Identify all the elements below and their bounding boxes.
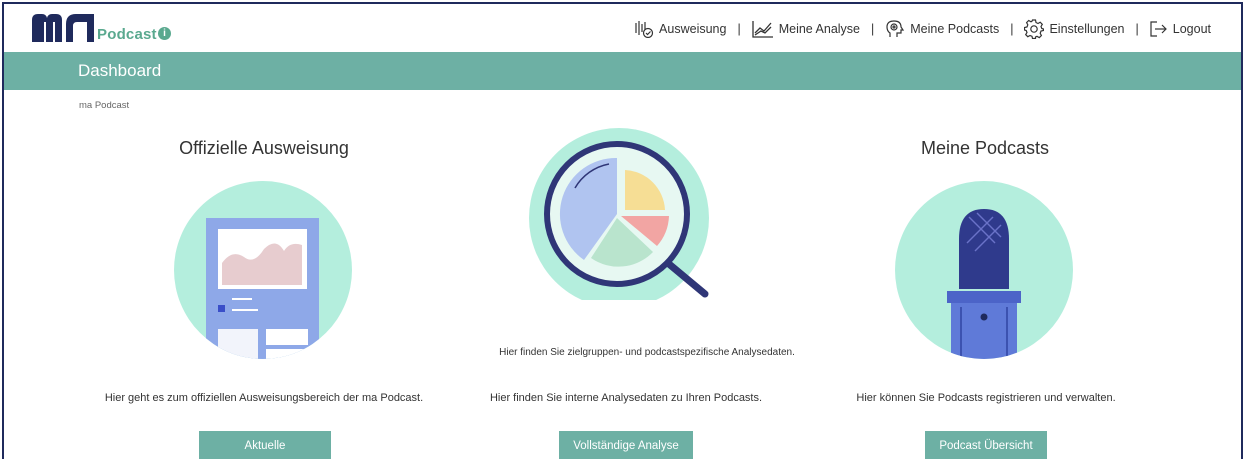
podcasts-illustration xyxy=(895,181,1073,359)
nav-meine-podcasts[interactable]: Meine Podcasts xyxy=(885,20,999,38)
breadcrumb[interactable]: ma Podcast xyxy=(79,100,129,111)
app-frame: Podcast i Ausweisung | Meine Analyse | M… xyxy=(2,2,1243,459)
nav-ausweisung[interactable]: Ausweisung xyxy=(634,20,726,38)
ausweisung-icon xyxy=(635,21,654,38)
podcast-uebersicht-button[interactable]: Podcast Übersicht xyxy=(925,431,1047,459)
nav-einstellungen-label: Einstellungen xyxy=(1049,22,1125,36)
podcasts-head-icon xyxy=(886,20,905,37)
ausweisung-illustration xyxy=(174,181,352,359)
podcasts-description: Hier können Sie Podcasts registrieren un… xyxy=(856,392,1116,404)
nav-ausweisung-label: Ausweisung xyxy=(659,22,727,36)
ma-logo[interactable] xyxy=(32,14,94,42)
ausweisung-title: Offizielle Ausweisung xyxy=(179,138,349,158)
logout-icon xyxy=(1150,21,1167,37)
nav-separator: | xyxy=(1010,22,1014,36)
nav-logout-label: Logout xyxy=(1172,22,1211,36)
nav-separator: | xyxy=(737,22,741,36)
vollstaendige-analyse-button[interactable]: Vollständige Analyse xyxy=(559,431,693,459)
aktuelle-ausweisung-button[interactable]: Aktuelle Ausweisung xyxy=(199,431,331,459)
nav-separator: | xyxy=(871,22,875,36)
page-title: Dashboard xyxy=(78,61,162,80)
gear-icon xyxy=(1024,19,1045,39)
logo-text: Podcast xyxy=(97,26,157,43)
nav-meine-podcasts-label: Meine Podcasts xyxy=(910,22,1000,36)
nav-meine-analyse-label: Meine Analyse xyxy=(778,22,861,36)
info-icon: i xyxy=(158,27,171,40)
ausweisung-description: Hier geht es zum offiziellen Ausweisungs… xyxy=(104,392,424,404)
analysis-caption: Hier finden Sie zielgruppen- und podcast… xyxy=(499,347,795,358)
nav-einstellungen[interactable]: Einstellungen xyxy=(1024,19,1125,39)
nav-logout[interactable]: Logout xyxy=(1150,21,1211,37)
podcasts-title: Meine Podcasts xyxy=(920,138,1050,158)
nav-separator: | xyxy=(1135,22,1139,36)
analysis-description: Hier finden Sie interne Analysedaten zu … xyxy=(489,392,763,404)
top-bar: Podcast i Ausweisung | Meine Analyse | M… xyxy=(4,4,1241,52)
dashboard-bar: Dashboard xyxy=(4,52,1241,90)
nav-meine-analyse[interactable]: Meine Analyse xyxy=(752,20,860,38)
analysis-chart-icon xyxy=(752,21,773,38)
main-nav: Ausweisung | Meine Analyse | Meine Podca… xyxy=(634,19,1211,39)
analysis-illustration xyxy=(529,128,709,300)
